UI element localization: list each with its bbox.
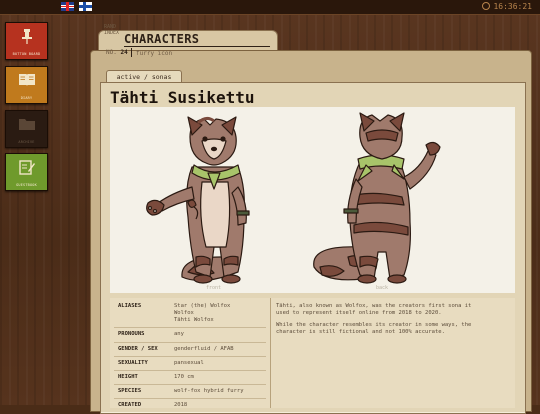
info-value: 2018 [174,402,188,408]
info-key: CREATED [118,402,142,408]
character-name: Tähti Susikettu [110,88,255,107]
character-info: ALIASES Star (the) Wolfox Wolfox Tähti W… [110,298,515,408]
number-divider [131,48,132,57]
description-paragraph: While the character resembles its creato… [276,322,472,335]
front-view [146,116,250,284]
row-separator [114,398,266,399]
front-caption: front [206,285,221,291]
back-view [313,112,441,284]
info-divider [270,298,271,408]
row-separator [114,384,266,385]
uk-flag-icon[interactable] [61,2,74,11]
clock-icon [482,2,491,10]
note-pen-icon [18,160,35,178]
row-separator [114,342,266,343]
folder-small-labels: RAND INDEX [104,24,119,36]
info-key: HEIGHT [118,374,138,380]
sidebar-item-label: BUTTON BOARD [12,52,41,56]
clock: 16:36:21 [482,2,532,11]
back-caption: back [376,285,388,291]
row-separator [114,356,266,357]
sidebar-item-label: DIARY [20,96,33,100]
folder-subtitle: furry icon [136,50,173,57]
sidebar: BUTTON BOARD DIARY ARCHIVE GUESTBOOK [0,14,52,405]
info-key: GENDER / SEX [118,346,158,352]
top-bar: 16:36:21 [0,0,540,15]
info-value: Star (the) Wolfox Wolfox Tähti Wolfox [174,303,231,323]
finland-flag-icon[interactable] [79,2,92,11]
pin-icon [21,29,33,47]
info-value: any [174,331,184,337]
clock-time: 16:36:21 [493,2,532,11]
sidebar-item-archive[interactable]: ARCHIVE [5,110,48,148]
page-title: CHARACTERS [124,32,200,46]
character-description: Tähti, also known as Wolfox, was the cre… [276,303,486,341]
row-separator [114,370,266,371]
info-key: ALIASES [118,303,142,309]
sidebar-item-label: ARCHIVE [18,140,35,144]
info-value: pansexual [174,360,204,366]
info-key: PRONOUNS [118,331,145,337]
info-key: SPECIES [118,388,142,394]
title-rule [124,46,270,47]
number-value: 24 [120,49,128,56]
sidebar-item-button-board[interactable]: BUTTON BOARD [5,22,48,60]
book-icon [18,73,36,90]
reference-sheet-image: front back [146,112,441,291]
sidebar-item-guestbook[interactable]: GUESTBOOK [5,153,48,191]
info-value: 170 cm [174,374,194,380]
info-key: SEXUALITY [118,360,148,366]
info-value: genderfluid / AFAB [174,346,234,352]
description-paragraph: Tähti, also known as Wolfox, was the cre… [276,303,472,316]
sidebar-item-label: GUESTBOOK [16,183,37,187]
info-value: wolf-fox hybrid furry [174,388,244,394]
number-prefix: NO. [106,49,117,56]
row-separator [114,327,266,328]
folder-small-label: INDEX [104,30,120,36]
sidebar-item-diary[interactable]: DIARY [5,66,48,104]
character-number: NO. 24 [106,49,128,56]
folder-icon [18,117,36,134]
character-reference-art: front back [110,107,515,293]
